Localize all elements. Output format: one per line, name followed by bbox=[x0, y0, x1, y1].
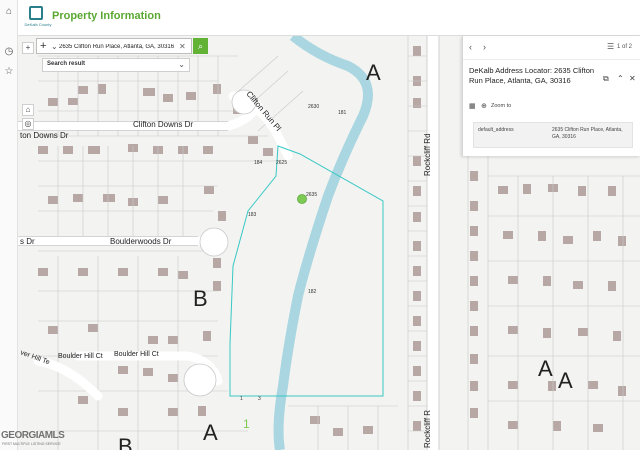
culdesac-boulderwoods bbox=[199, 227, 229, 257]
zoom-icon[interactable]: ⊕ bbox=[481, 102, 487, 110]
zone-letter: A bbox=[366, 60, 381, 85]
app-title: Property Information bbox=[52, 10, 161, 22]
feature-popup: ‹ › ☰ 1 of 2 DeKalb Address Locator: 263… bbox=[462, 36, 640, 156]
parcel-number: 2630 bbox=[308, 104, 319, 110]
zone-letter: B bbox=[118, 434, 133, 450]
zone-letter: A bbox=[558, 368, 573, 393]
sidebar-star-icon[interactable]: ☆ bbox=[3, 66, 15, 78]
street-label-clifton-downs-left: ton Downs Dr bbox=[20, 131, 69, 140]
zone-letter: A bbox=[538, 356, 553, 381]
search-bar: + ⌄ ✕ ⌕ bbox=[36, 38, 208, 54]
section-marker: 1 bbox=[243, 417, 250, 431]
attribute-table: default_address 2635 Clifton Run Place, … bbox=[473, 122, 633, 148]
chevron-right-icon[interactable]: › bbox=[483, 42, 486, 52]
parcel-number: 184 bbox=[254, 160, 263, 166]
search-result-dropdown[interactable]: Search result ⌄ bbox=[42, 58, 190, 72]
app-header: DeKalb County Property Information bbox=[18, 0, 640, 36]
chevron-left-icon[interactable]: ‹ bbox=[469, 42, 472, 52]
attribute-key: default_address bbox=[478, 127, 514, 133]
street-label-clifton-downs: Clifton Downs Dr bbox=[133, 120, 193, 129]
search-panel: + ⌄ ✕ ⌕ Search result ⌄ bbox=[36, 38, 208, 76]
parcel-number: 182 bbox=[308, 289, 317, 295]
street-label-rockcliff: Rockcliff Rd bbox=[423, 133, 432, 176]
logo-mark-icon bbox=[29, 6, 43, 20]
parcel-number: 1 bbox=[240, 396, 243, 402]
browser-side-strip: ⌂ ◷ ☆ bbox=[0, 0, 18, 450]
list-icon[interactable]: ☰ bbox=[607, 42, 614, 51]
close-icon[interactable]: ✕ bbox=[629, 74, 636, 83]
chevron-down-icon: ⌄ bbox=[178, 60, 185, 69]
chevron-down-icon[interactable]: ⌄ bbox=[51, 41, 58, 53]
dock-icon[interactable]: ⧉ bbox=[603, 74, 609, 84]
popup-nav: ‹ › ☰ 1 of 2 bbox=[463, 36, 640, 60]
zoom-to-link[interactable]: Zoom to bbox=[491, 103, 511, 109]
parcel-number: 183 bbox=[248, 212, 257, 218]
search-icon[interactable]: ⌕ bbox=[193, 38, 208, 54]
georgiamls-watermark: GEORGIAMLS FIRST MULTIPLE LISTING SERVIC… bbox=[0, 428, 65, 450]
street-label-boulder-hill-2: Boulder Hill Ct bbox=[114, 351, 159, 358]
street-label-rockcliff-lower: Rockcliff R bbox=[423, 410, 432, 448]
popup-count: 1 of 2 bbox=[617, 44, 633, 50]
parcel-number: 2625 bbox=[276, 160, 287, 166]
street-label-boulderwoods: Boulderwoods Dr bbox=[110, 237, 172, 246]
zone-letter: A bbox=[203, 420, 218, 445]
collapse-icon[interactable]: ⌃ bbox=[617, 74, 624, 83]
sidebar-home-icon[interactable]: ⌂ bbox=[3, 6, 15, 18]
culdesac-boulder-hill bbox=[183, 363, 217, 397]
zoom-in-button[interactable]: + bbox=[22, 42, 34, 54]
add-icon[interactable]: + bbox=[40, 40, 46, 53]
sidebar-history-icon[interactable]: ◷ bbox=[3, 46, 15, 58]
locate-button[interactable]: ◎ bbox=[22, 118, 34, 130]
watermark-text: GEORGIAMLS bbox=[1, 430, 65, 441]
creek bbox=[273, 36, 373, 450]
street-label-boulder-hill: Boulder Hill Ct bbox=[58, 353, 103, 360]
parcel-number: 3 bbox=[258, 396, 261, 402]
logo-text: DeKalb County bbox=[24, 22, 52, 27]
zone-letter: B bbox=[193, 286, 208, 311]
watermark-subtext: FIRST MULTIPLE LISTING SERVICE bbox=[2, 442, 61, 446]
home-button[interactable]: ⌂ bbox=[22, 104, 34, 116]
search-input[interactable] bbox=[59, 41, 177, 52]
clear-icon[interactable]: ✕ bbox=[179, 40, 186, 53]
parcel-number: 181 bbox=[338, 110, 347, 116]
attribute-value: 2635 Clifton Run Place, Atlanta, GA, 303… bbox=[552, 127, 623, 140]
dekalb-logo: DeKalb County bbox=[24, 5, 51, 31]
grid-icon[interactable]: ▦ bbox=[469, 102, 476, 110]
parcel-number: 2635 bbox=[306, 192, 317, 198]
popup-title: DeKalb Address Locator: 2635 Clifton Run… bbox=[469, 66, 595, 85]
street-label-boulderwoods-left: s Dr bbox=[20, 237, 35, 246]
search-result-label: Search result bbox=[47, 61, 86, 67]
